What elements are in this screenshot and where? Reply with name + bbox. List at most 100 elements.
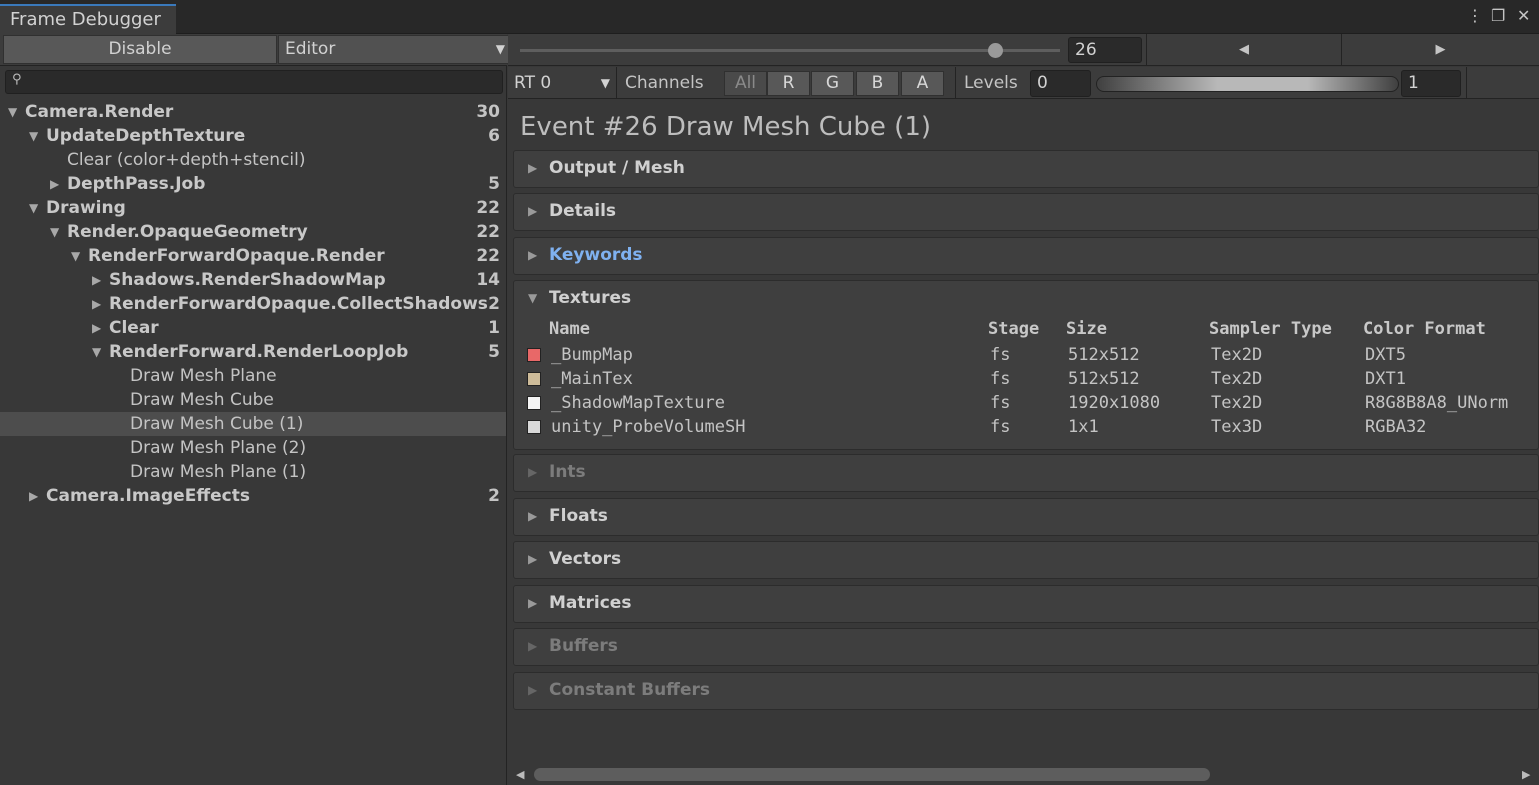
maximize-icon[interactable]: ❐ [1491,7,1505,25]
collapsed-triangle-icon[interactable]: ▶ [92,268,106,292]
texture-format: DXT1 [1365,369,1406,389]
expanded-triangle-icon[interactable]: ▼ [528,291,537,305]
section-details[interactable]: ▶ Details [513,193,1539,231]
channel-all-button[interactable]: All [724,71,767,96]
tree-item[interactable]: ▶ Camera.ImageEffects 2 [0,484,506,508]
collapsed-triangle-icon[interactable]: ▶ [528,683,537,697]
texture-preview-icon[interactable] [527,348,541,362]
level-min-field[interactable]: 0 [1030,70,1091,97]
tree-item-label: RenderForwardOpaque.CollectShadows [109,294,488,314]
texture-size: 512x512 [1068,345,1140,365]
channel-r-button[interactable]: R [767,71,810,96]
expanded-triangle-icon[interactable]: ▼ [29,196,43,220]
section-title[interactable]: Constant Buffers [549,680,710,700]
collapsed-triangle-icon[interactable]: ▶ [50,172,64,196]
collapsed-triangle-icon[interactable]: ▶ [92,292,106,316]
section-title[interactable]: Floats [549,506,608,526]
tree-item[interactable]: Clear (color+depth+stencil) [0,148,506,172]
horizontal-scrollbar[interactable]: ◀ ▶ [508,765,1539,785]
texture-preview-icon[interactable] [527,420,541,434]
tree-item[interactable]: ▶ Shadows.RenderShadowMap 14 [0,268,506,292]
tree-item[interactable]: ▶ RenderForwardOpaque.CollectShadows 2 [0,292,506,316]
kebab-menu-icon[interactable]: ⋮ [1467,7,1483,25]
section-title[interactable]: Ints [549,462,586,482]
collapsed-triangle-icon[interactable]: ▶ [29,484,43,508]
tree-item-count: 30 [476,102,500,122]
scrollbar-thumb[interactable] [534,768,1210,781]
section-title[interactable]: Output / Mesh [549,158,685,178]
tree-item[interactable]: ▼ UpdateDepthTexture 6 [0,124,506,148]
section-title[interactable]: Matrices [549,593,631,613]
tree-item[interactable]: ▼ RenderForward.RenderLoopJob 5 [0,340,506,364]
column-header-stage: Stage [988,319,1040,339]
tab-frame-debugger[interactable]: Frame Debugger [0,4,176,34]
section-buffers[interactable]: ▶ Buffers [513,628,1539,666]
event-slider[interactable] [520,49,1060,52]
collapsed-triangle-icon[interactable]: ▶ [92,316,106,340]
event-index-field[interactable]: 26 [1068,37,1142,63]
expanded-triangle-icon[interactable]: ▼ [29,124,43,148]
section-title[interactable]: Keywords [549,245,643,265]
texture-stage: fs [990,417,1011,437]
event-slider-thumb[interactable] [988,43,1004,58]
section-output-mesh[interactable]: ▶ Output / Mesh [513,150,1539,188]
tree-item[interactable]: ▼ Drawing 22 [0,196,506,220]
texture-row[interactable]: _BumpMap fs 512x512 Tex2D DXT5 [514,343,1538,367]
tree-item[interactable]: ▼ Camera.Render 30 [0,100,506,124]
section-ints[interactable]: ▶ Ints [513,454,1539,492]
tree-item[interactable]: ▶ Clear 1 [0,316,506,340]
prev-event-button[interactable]: ◀ [1146,34,1341,66]
collapsed-triangle-icon[interactable]: ▶ [528,509,537,523]
texture-row[interactable]: unity_ProbeVolumeSH fs 1x1 Tex3D RGBA32 [514,415,1538,439]
channel-a-button[interactable]: A [901,71,944,96]
tree-item[interactable]: ▼ Render.OpaqueGeometry 22 [0,220,506,244]
expanded-triangle-icon[interactable]: ▼ [71,244,85,268]
collapsed-triangle-icon[interactable]: ▶ [528,161,537,175]
target-dropdown[interactable]: Editor ▼ [278,35,510,64]
render-target-dropdown[interactable]: RT 0 ▼ [514,70,610,96]
channel-b-button[interactable]: B [856,71,899,96]
tree-item[interactable]: Draw Mesh Plane (2) [0,436,506,460]
section-constant-buffers[interactable]: ▶ Constant Buffers [513,672,1539,710]
close-icon[interactable]: ✕ [1517,7,1530,25]
collapsed-triangle-icon[interactable]: ▶ [528,552,537,566]
texture-preview-icon[interactable] [527,396,541,410]
section-matrices[interactable]: ▶ Matrices [513,585,1539,623]
section-keywords[interactable]: ▶ Keywords [513,237,1539,275]
scroll-right-icon[interactable]: ▶ [1522,765,1530,785]
collapsed-triangle-icon[interactable]: ▶ [528,596,537,610]
search-input[interactable]: ⚲ [5,70,503,94]
channel-g-button[interactable]: G [811,71,854,96]
scroll-left-icon[interactable]: ◀ [516,765,524,785]
tree-item[interactable]: Draw Mesh Cube (1) [0,412,506,436]
expanded-triangle-icon[interactable]: ▼ [50,220,64,244]
section-title[interactable]: Vectors [549,549,621,569]
expanded-triangle-icon[interactable]: ▼ [8,100,22,124]
tree-item[interactable]: Draw Mesh Plane (1) [0,460,506,484]
texture-sampler: Tex2D [1211,393,1263,413]
collapsed-triangle-icon[interactable]: ▶ [528,204,537,218]
disable-button[interactable]: Disable [3,35,277,64]
next-event-button[interactable]: ▶ [1341,34,1539,66]
textures-section-title[interactable]: Textures [549,288,631,308]
texture-preview-icon[interactable] [527,372,541,386]
collapsed-triangle-icon[interactable]: ▶ [528,465,537,479]
window-titlebar: Frame Debugger ⋮ ❐ ✕ [0,0,1539,34]
section-floats[interactable]: ▶ Floats [513,498,1539,536]
collapsed-triangle-icon[interactable]: ▶ [528,248,537,262]
section-title[interactable]: Details [549,201,616,221]
texture-name: _ShadowMapTexture [551,393,725,413]
texture-format: DXT5 [1365,345,1406,365]
texture-row[interactable]: _ShadowMapTexture fs 1920x1080 Tex2D R8G8B8A… [514,391,1538,415]
tree-item[interactable]: ▼ RenderForwardOpaque.Render 22 [0,244,506,268]
texture-row[interactable]: _MainTex fs 512x512 Tex2D DXT1 [514,367,1538,391]
section-title[interactable]: Buffers [549,636,618,656]
level-max-field[interactable]: 1 [1401,70,1461,97]
tree-item[interactable]: Draw Mesh Plane [0,364,506,388]
tree-item[interactable]: ▶ DepthPass.Job 5 [0,172,506,196]
levels-range-slider[interactable] [1096,76,1399,92]
collapsed-triangle-icon[interactable]: ▶ [528,639,537,653]
tree-item[interactable]: Draw Mesh Cube [0,388,506,412]
section-vectors[interactable]: ▶ Vectors [513,541,1539,579]
expanded-triangle-icon[interactable]: ▼ [92,340,106,364]
